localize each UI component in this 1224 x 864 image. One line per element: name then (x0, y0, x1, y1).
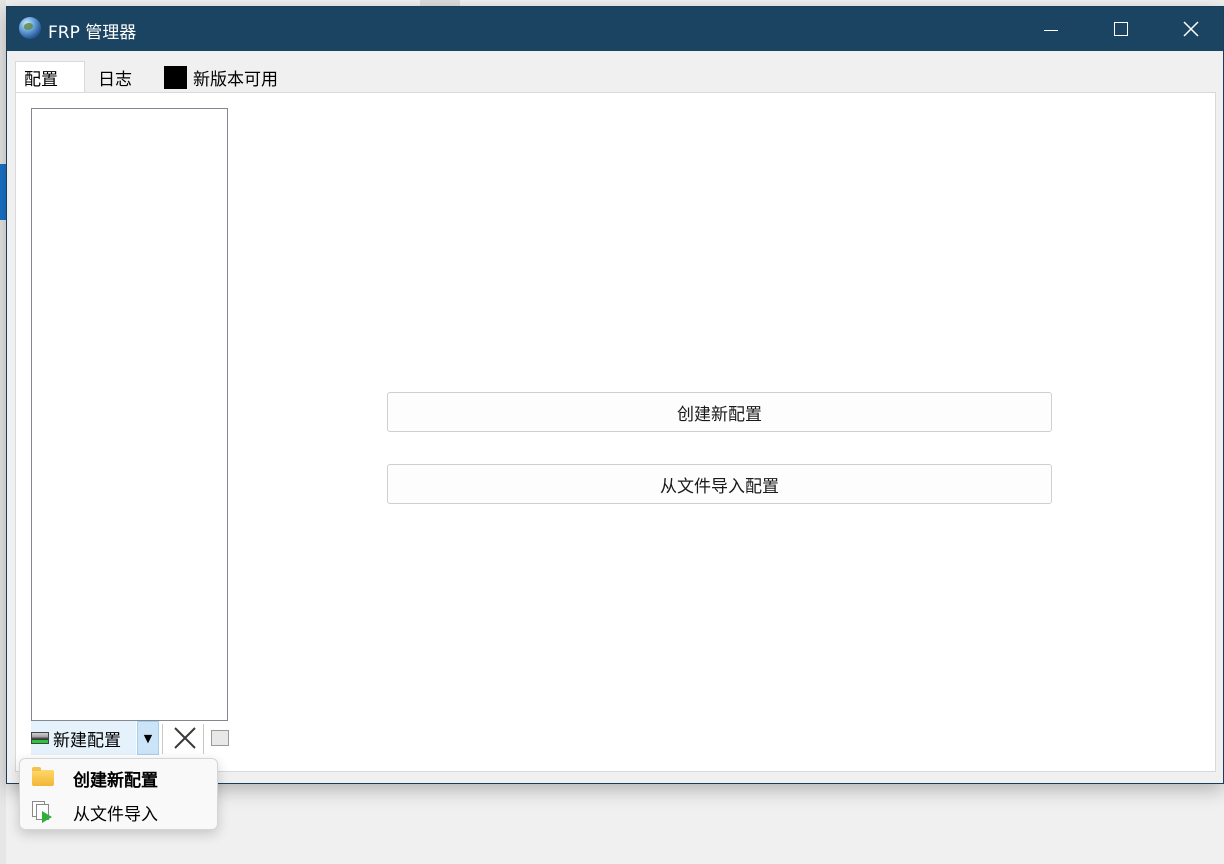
import-config-button[interactable]: 从文件导入配置 (387, 464, 1052, 504)
toolbar-separator-2 (203, 724, 204, 754)
delete-config-button[interactable] (169, 721, 201, 755)
create-config-button[interactable]: 创建新配置 (387, 392, 1052, 432)
close-icon (1183, 21, 1199, 37)
folder-icon (32, 767, 54, 786)
new-config-dropdown-button[interactable]: ▼ (137, 721, 159, 755)
tab-update[interactable]: 新版本可用 (155, 63, 287, 91)
tab-update-label: 新版本可用 (193, 70, 278, 90)
new-config-button[interactable]: 新建配置 (31, 721, 136, 755)
menu-item-label: 创建新配置 (73, 770, 158, 791)
tab-config[interactable]: 配置 (15, 61, 85, 93)
toolbar-more-icon[interactable] (211, 730, 229, 746)
title-bar[interactable]: FRP 管理器 (7, 7, 1223, 51)
drive-icon (31, 732, 49, 744)
config-toolbar: 新建配置 ▼ (31, 720, 231, 756)
new-config-label: 新建配置 (53, 730, 121, 751)
maximize-icon (1114, 22, 1128, 36)
globe-icon (19, 17, 41, 39)
toolbar-separator (162, 724, 163, 754)
close-button[interactable] (1156, 7, 1224, 51)
window-title: FRP 管理器 (48, 23, 137, 43)
maximize-button[interactable] (1086, 7, 1156, 51)
minimize-button[interactable] (1016, 7, 1086, 51)
config-list[interactable] (31, 108, 228, 721)
menu-item-import-file[interactable]: 从文件导入 (20, 795, 217, 829)
config-panel: 创建新配置 从文件导入配置 新建配置 ▼ (15, 92, 1216, 772)
tab-log[interactable]: 日志 (89, 63, 153, 91)
tab-config-label: 配置 (24, 70, 58, 90)
menu-item-create-config[interactable]: 创建新配置 (20, 761, 217, 795)
tab-log-label: 日志 (98, 70, 132, 90)
menu-item-label: 从文件导入 (73, 804, 158, 825)
import-file-icon (32, 801, 54, 823)
chevron-down-icon: ▼ (143, 731, 153, 745)
update-icon (164, 66, 187, 89)
new-config-menu: 创建新配置 从文件导入 (19, 758, 218, 830)
delete-icon (174, 727, 196, 749)
app-window: FRP 管理器 配置 日志 新版本可用 创建新配置 从文件导入配置 新建配置 ▼ (6, 6, 1224, 784)
minimize-icon (1044, 29, 1058, 31)
